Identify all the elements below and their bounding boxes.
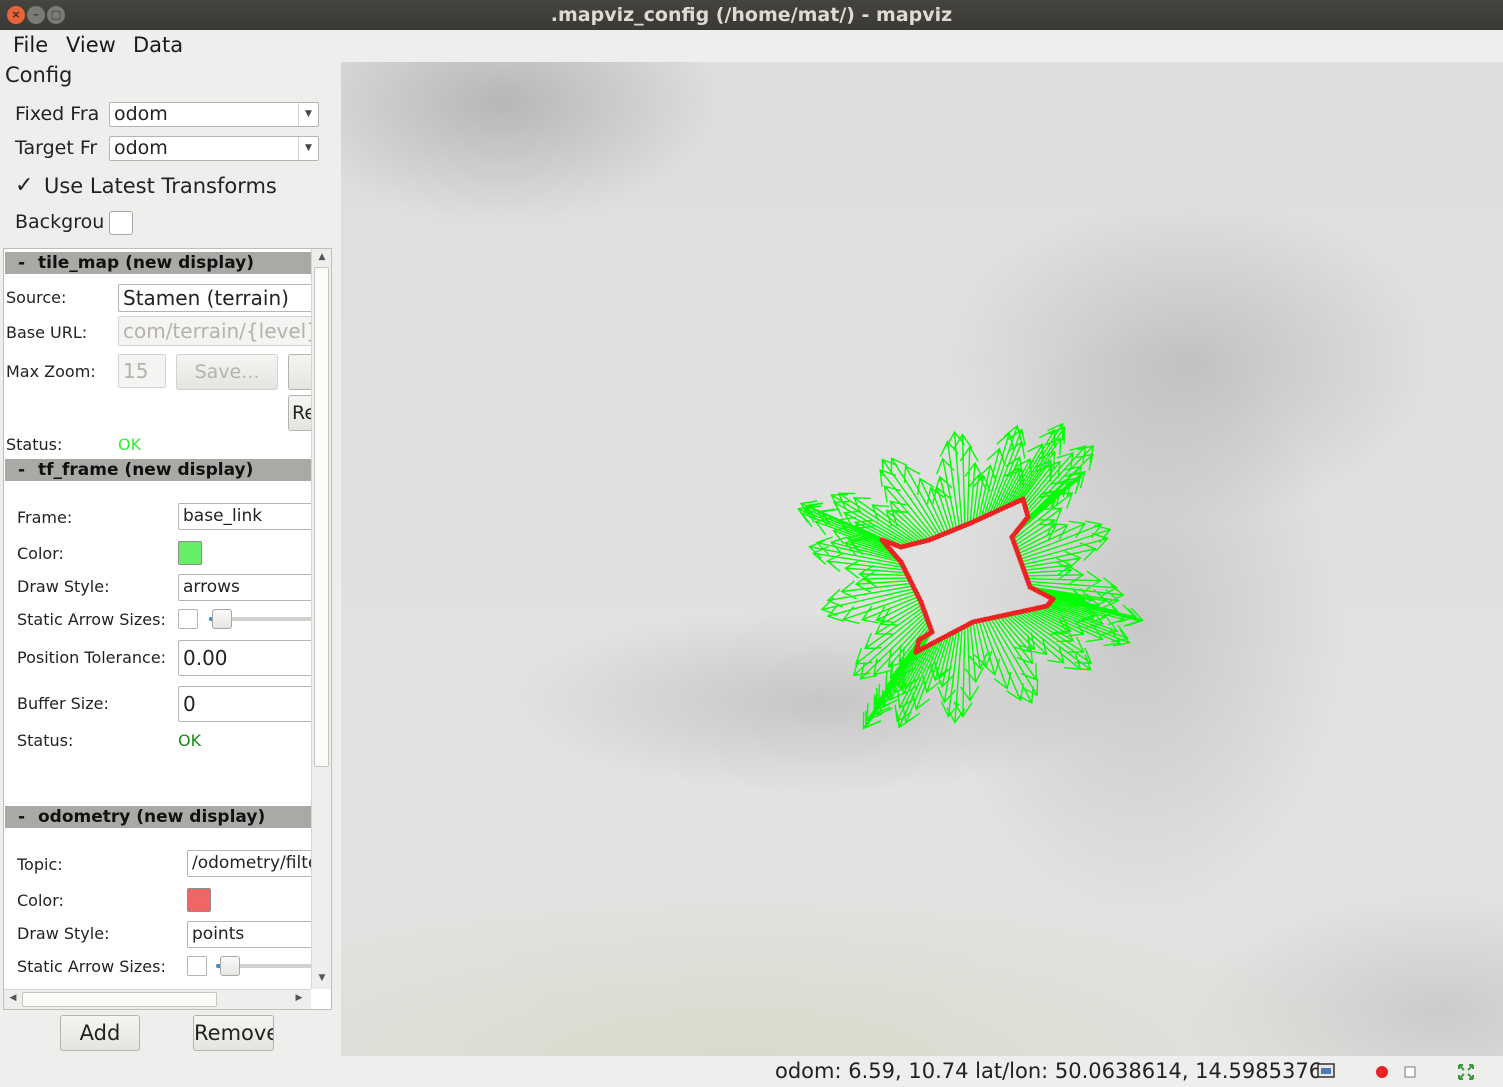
tf-color-swatch[interactable]	[178, 541, 202, 565]
odom-arrow-size-handle[interactable]	[220, 956, 240, 976]
max-zoom-label: Max Zoom:	[6, 362, 96, 381]
status-bar: odom: 6.59, 10.74 lat/lon: 50.0638614, 1…	[0, 1056, 1503, 1087]
menu-bar: File View Data	[0, 30, 1503, 60]
tf-static-arrow-checkbox[interactable]	[178, 609, 198, 629]
tf-arrow-size-handle[interactable]	[212, 609, 232, 629]
source-label: Source:	[6, 288, 67, 307]
target-frame-combo[interactable]: odom ▼	[109, 136, 319, 161]
save-button[interactable]: Save...	[176, 354, 278, 390]
odom-draw-style-label: Draw Style:	[17, 924, 110, 943]
cursor-coordinates: odom: 6.59, 10.74 lat/lon: 50.0638614, 1…	[775, 1059, 1323, 1083]
scroll-down-icon[interactable]: ▼	[313, 973, 331, 983]
horizontal-scrollbar[interactable]: ◀ ▶	[4, 989, 311, 1009]
vertical-scroll-thumb[interactable]	[314, 267, 329, 767]
tile-map-status-label: Status:	[6, 435, 63, 454]
chevron-down-icon: ▼	[298, 103, 318, 126]
tf-static-arrow-label: Static Arrow Sizes:	[17, 610, 166, 629]
topic-label: Topic:	[17, 855, 63, 874]
window-title: .mapviz_config (/home/mat/) - mapviz	[550, 4, 953, 26]
tf-status-value: OK	[178, 731, 202, 750]
collapse-toggle[interactable]: -	[18, 806, 25, 828]
source-combo[interactable]: Stamen (terrain)	[118, 284, 318, 312]
add-display-button[interactable]: Add	[60, 1015, 140, 1051]
odom-color-swatch[interactable]	[187, 888, 211, 912]
collapse-toggle[interactable]: -	[18, 252, 25, 274]
odom-draw-style-combo[interactable]: points	[187, 921, 318, 948]
frame-label: Frame:	[17, 508, 73, 527]
tf-draw-style-label: Draw Style:	[17, 577, 110, 596]
scroll-left-icon[interactable]: ◀	[4, 993, 22, 1003]
fixed-frame-combo[interactable]: odom ▼	[109, 102, 319, 127]
scroll-right-icon[interactable]: ▶	[290, 993, 308, 1003]
frame-input[interactable]: base_link	[178, 503, 318, 530]
horizontal-scroll-thumb[interactable]	[22, 992, 217, 1007]
topic-input[interactable]: /odometry/filte	[187, 850, 318, 877]
tile-map-status-value: OK	[118, 435, 142, 454]
target-frame-label: Target Fr	[15, 137, 98, 159]
tf-frame-header[interactable]: - tf_frame (new display)	[5, 459, 312, 481]
collapse-toggle[interactable]: -	[18, 459, 25, 481]
tf-color-label: Color:	[17, 544, 64, 563]
config-heading: Config	[5, 63, 73, 87]
buffer-size-label: Buffer Size:	[17, 694, 109, 713]
tf-draw-style-combo[interactable]: arrows	[178, 574, 318, 601]
tile-map-header[interactable]: - tile_map (new display)	[5, 252, 312, 274]
chevron-down-icon: ▼	[298, 137, 318, 160]
buffer-size-input[interactable]: 0	[178, 686, 318, 722]
odometry-title: odometry (new display)	[38, 807, 266, 827]
max-zoom-value: 15	[123, 359, 149, 383]
stop-icon[interactable]	[1402, 1063, 1418, 1079]
tf-frame-title: tf_frame (new display)	[38, 460, 254, 480]
map-canvas[interactable]	[341, 62, 1503, 1056]
position-tolerance-input[interactable]: 0.00	[178, 640, 318, 676]
tf-status-label: Status:	[17, 731, 74, 750]
menu-file[interactable]: File	[13, 33, 48, 57]
max-zoom-spinbox[interactable]: 15	[118, 354, 166, 388]
menu-data[interactable]: Data	[133, 33, 183, 57]
display-list[interactable]: - tile_map (new display) Source: Stamen …	[3, 248, 332, 1010]
odom-static-arrow-label: Static Arrow Sizes:	[17, 957, 166, 976]
position-tolerance-label: Position Tolerance:	[17, 648, 167, 667]
tf-arrows	[797, 422, 1144, 730]
title-bar: × – □ .mapviz_config (/home/mat/) - mapv…	[0, 0, 1503, 30]
odom-color-label: Color:	[17, 891, 64, 910]
tile-map-title: tile_map (new display)	[38, 253, 255, 273]
screenshot-icon[interactable]	[1317, 1063, 1335, 1079]
base-url-input[interactable]: com/terrain/{level}/	[118, 316, 318, 346]
use-latest-transforms-label: Use Latest Transforms	[44, 174, 277, 198]
scroll-up-icon[interactable]: ▲	[313, 252, 331, 262]
vertical-scrollbar[interactable]: ▲ ▼	[311, 249, 331, 989]
base-url-label: Base URL:	[6, 323, 88, 342]
background-color-button[interactable]	[109, 211, 133, 235]
odom-static-arrow-checkbox[interactable]	[187, 956, 207, 976]
odometry-header[interactable]: - odometry (new display)	[5, 806, 312, 828]
menu-view[interactable]: View	[66, 33, 116, 57]
record-icon[interactable]	[1374, 1063, 1390, 1079]
target-frame-value: odom	[114, 137, 168, 159]
fixed-frame-label: Fixed Fra	[15, 103, 100, 125]
fixed-frame-value: odom	[114, 103, 168, 125]
background-label: Backgrou	[15, 211, 103, 233]
fit-view-icon[interactable]	[1457, 1063, 1475, 1081]
use-latest-transforms-checkbox[interactable]: ✓	[15, 174, 39, 198]
trajectory-overlay	[797, 422, 1144, 730]
remove-display-button[interactable]: Remove	[193, 1015, 274, 1051]
